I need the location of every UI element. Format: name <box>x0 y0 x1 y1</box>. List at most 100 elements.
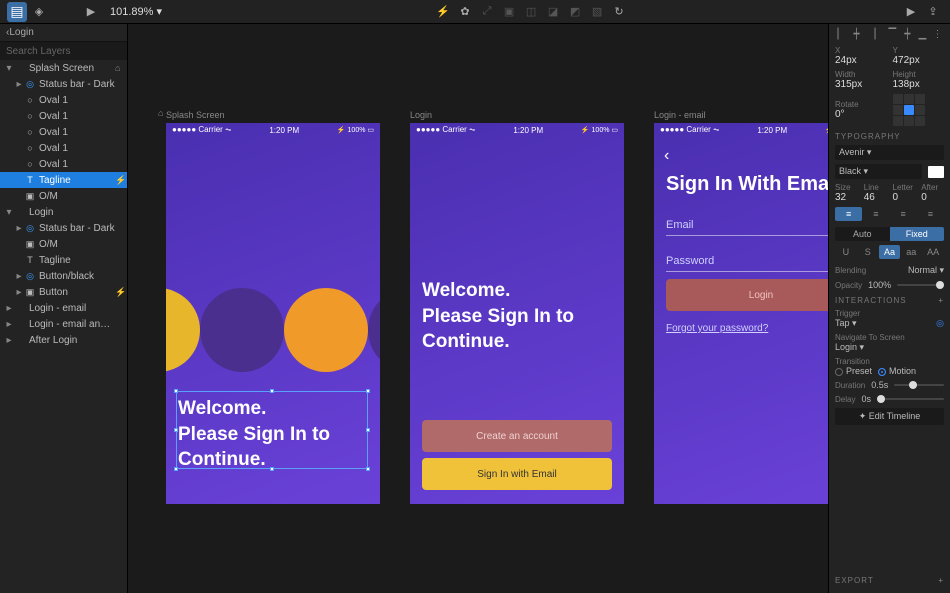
artboard-title[interactable]: Login <box>410 110 624 120</box>
opacity-slider[interactable] <box>897 284 944 286</box>
layer-row[interactable]: ▸After Login <box>0 332 127 348</box>
underline-icon[interactable]: U <box>835 245 857 259</box>
layer-row[interactable]: ▸▣Button⚡ <box>0 284 127 300</box>
color-swatch[interactable] <box>928 166 944 178</box>
home-icon: ⌂ <box>158 108 163 118</box>
artboard-splash[interactable]: ⌂ Splash Screen ●●●●● Carrier ⏦1:20 PM⚡ … <box>166 110 380 504</box>
layer-row[interactable]: ○Oval 1 <box>0 92 127 108</box>
opacity-input[interactable]: 100% <box>868 280 891 290</box>
artboard-login[interactable]: Login ●●●●● Carrier ⏦1:20 PM⚡ 100% ▭ Wel… <box>410 110 624 504</box>
delay-slider[interactable] <box>877 398 944 400</box>
layer-row[interactable]: ▾Login <box>0 204 127 220</box>
artboard-login-email[interactable]: Login - email ●●●●● Carrier ⏦1:20 PM⚡ 10… <box>654 110 828 504</box>
layer-row[interactable]: ▣O/M <box>0 188 127 204</box>
size-input[interactable]: 32 <box>835 192 858 203</box>
selection-outline <box>176 391 368 469</box>
text-align-right-icon[interactable]: ≡ <box>890 207 917 221</box>
create-account-button[interactable]: Create an account <box>422 420 612 452</box>
share-icon[interactable]: ⇪ <box>923 2 943 22</box>
canvas[interactable]: ⌂ Splash Screen ●●●●● Carrier ⏦1:20 PM⚡ … <box>128 24 828 593</box>
letter-input[interactable]: 0 <box>893 192 916 203</box>
preset-radio[interactable]: Preset <box>835 366 872 376</box>
email-field[interactable] <box>666 235 828 236</box>
add-export-icon[interactable]: + <box>938 576 944 585</box>
align-left-icon[interactable]: ▏ <box>835 28 848 40</box>
layer-row[interactable]: ○Oval 1 <box>0 124 127 140</box>
refresh-icon[interactable]: ↻ <box>609 2 629 22</box>
settings-gear-icon[interactable]: ✿ <box>455 2 475 22</box>
layer-row[interactable]: ▸◎Status bar - Dark <box>0 76 127 92</box>
layer-row[interactable]: ▸◎Status bar - Dark <box>0 220 127 236</box>
layer-row[interactable]: ▾Splash Screen⌂ <box>0 60 127 76</box>
rotate-input[interactable]: 0° <box>835 109 887 120</box>
intersect-icon: ◩ <box>565 2 585 22</box>
trigger-select[interactable]: Tap ▾ <box>835 318 930 329</box>
layer-row[interactable]: ○Oval 1 <box>0 140 127 156</box>
align-vcenter-icon[interactable]: ┿ <box>901 28 914 40</box>
status-bar: ●●●●● Carrier ⏦1:20 PM⚡ 100% ▭ <box>654 123 828 137</box>
text-align-left-icon[interactable]: ≡ <box>835 207 862 221</box>
motion-radio[interactable]: Motion <box>878 366 916 376</box>
play-icon[interactable]: ▶ <box>901 2 921 22</box>
origin-picker[interactable] <box>893 94 945 126</box>
components-icon[interactable]: ◈ <box>29 2 49 22</box>
circles-row <box>166 288 380 372</box>
align-bottom-icon[interactable]: ▁ <box>916 28 929 40</box>
forgot-password-link[interactable]: Forgot your password? <box>666 323 768 334</box>
blending-select[interactable]: Normal ▾ <box>908 265 944 276</box>
artboard-title[interactable]: Splash Screen <box>166 110 380 120</box>
width-input[interactable]: 315px <box>835 79 887 90</box>
align-right-icon[interactable]: ▕ <box>865 28 878 40</box>
duration-slider[interactable] <box>894 384 944 386</box>
back-icon[interactable]: ‹ <box>664 147 669 165</box>
x-input[interactable]: 24px <box>835 55 887 66</box>
password-field[interactable] <box>666 271 828 272</box>
layer-row[interactable]: ▣O/M <box>0 236 127 252</box>
subtract-icon: ◪ <box>543 2 563 22</box>
case-lower-icon[interactable]: aa <box>900 245 922 259</box>
union-icon: ◫ <box>521 2 541 22</box>
align-hcenter-icon[interactable]: ┿ <box>850 28 863 40</box>
signin-email-button[interactable]: Sign In with Email <box>422 458 612 490</box>
after-input[interactable]: 0 <box>921 192 944 203</box>
left-panel: ‹ Login Search Layers ▾Splash Screen⌂▸◎S… <box>0 24 128 593</box>
layer-row[interactable]: TTagline <box>0 252 127 268</box>
layer-row[interactable]: ○Oval 1 <box>0 156 127 172</box>
layer-row[interactable]: ▸◎Button/black <box>0 268 127 284</box>
auto-width-toggle[interactable]: Auto <box>835 227 890 241</box>
font-select[interactable]: Avenir ▾ <box>835 145 944 160</box>
add-interaction-icon[interactable]: + <box>938 296 944 305</box>
layer-row[interactable]: TTagline⚡ <box>0 172 127 188</box>
search-layers-input[interactable]: Search Layers <box>0 42 127 60</box>
artboard-title[interactable]: Login - email <box>654 110 828 120</box>
trigger-icon: ◎ <box>936 318 944 329</box>
layer-row[interactable]: ▸Login - email and pass <box>0 316 127 332</box>
fixed-width-toggle[interactable]: Fixed <box>890 227 945 241</box>
right-panel: ▏ ┿ ▕ ▔ ┿ ▁ ⋮ X24px Y472px Width315px He… <box>828 24 950 593</box>
group-icon: ▣ <box>499 2 519 22</box>
login-button[interactable]: Login <box>666 279 828 311</box>
layer-tree: ▾Splash Screen⌂▸◎Status bar - Dark○Oval … <box>0 60 127 593</box>
text-align-center-icon[interactable]: ≡ <box>862 207 889 221</box>
height-input[interactable]: 138px <box>893 79 945 90</box>
zoom-display[interactable]: 101.89% ▾ <box>110 5 162 18</box>
layers-toggle-icon[interactable]: ▤ <box>7 2 27 22</box>
preview-bolt-icon[interactable]: ⚡ <box>433 2 453 22</box>
y-input[interactable]: 472px <box>893 55 945 66</box>
align-top-icon[interactable]: ▔ <box>886 28 899 40</box>
nav-screen-select[interactable]: Login ▾ <box>835 342 944 353</box>
tagline-text: Welcome.Please Sign In to Continue. <box>422 278 612 355</box>
weight-select[interactable]: Black ▾ <box>835 164 922 179</box>
strike-icon[interactable]: S <box>857 245 879 259</box>
edit-timeline-button[interactable]: ✦ Edit Timeline <box>835 408 944 425</box>
layer-row[interactable]: ○Oval 1 <box>0 108 127 124</box>
duration-input[interactable]: 0.5s <box>871 380 888 390</box>
text-align-justify-icon[interactable]: ≡ <box>917 207 944 221</box>
case-normal-icon[interactable]: Aa <box>879 245 901 259</box>
line-input[interactable]: 46 <box>864 192 887 203</box>
case-upper-icon[interactable]: AA <box>922 245 944 259</box>
delay-input[interactable]: 0s <box>861 394 871 404</box>
layer-row[interactable]: ▸Login - email <box>0 300 127 316</box>
select-tool-icon[interactable]: ▶ <box>81 2 101 22</box>
signin-heading: Sign In With Email <box>666 173 828 196</box>
